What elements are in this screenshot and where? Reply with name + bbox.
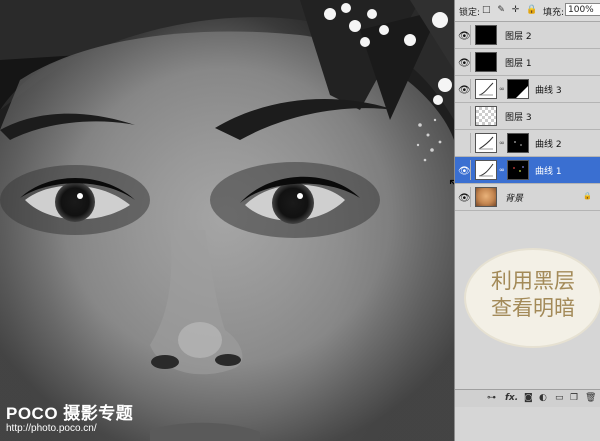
chain-link-icon[interactable]: ∞ [499,85,505,93]
watermark-brand: POCO 摄影专题 [6,404,134,423]
new-layer-icon[interactable]: ❐ [570,393,578,403]
callout-line-1: 利用黑层 [491,269,575,293]
layer-mask-thumbnail[interactable] [507,79,529,99]
layers-toolbar: 锁定: □ ✎ ✛ 🔒 填充: 100% [455,0,600,22]
lock-label: 锁定: [459,8,481,18]
layer-row[interactable]: ∞ 曲线 2 [455,130,600,157]
callout-text: 利用黑层 查看明暗 [466,268,600,322]
mask-icon[interactable]: ◙ [524,393,533,403]
eye-icon: 👁 [458,85,471,96]
callout-line-2: 查看明暗 [491,296,575,320]
layer-mask-thumbnail[interactable] [507,160,529,180]
layer-mask-thumbnail[interactable] [507,133,529,153]
layer-thumbnail [475,52,497,72]
visibility-toggle[interactable]: 👁 [456,160,471,180]
layers-panel: 锁定: □ ✎ ✛ 🔒 填充: 100% 👁 图层 2 👁 图层 1 👁 ∞ 曲… [454,0,600,441]
layer-name: 图层 2 [505,32,532,42]
layer-name: 背景 [505,194,524,204]
watermark: POCO 摄影专题 http://photo.poco.cn/ [6,405,133,435]
annotation-callout: 利用黑层 查看明暗 [466,250,600,346]
curves-adjustment-icon [475,79,497,99]
fill-label: 填充: [543,8,565,18]
visibility-toggle[interactable] [456,133,471,153]
layer-row[interactable]: 👁 ∞ 曲线 3 [455,76,600,103]
layer-name: 图层 3 [505,113,532,123]
eye-icon: 👁 [458,193,471,204]
layer-thumbnail [475,106,497,126]
visibility-toggle[interactable]: 👁 [456,52,471,72]
curves-adjustment-icon [475,160,497,180]
chain-link-icon[interactable]: ∞ [499,166,505,174]
layer-row[interactable]: 👁 图层 1 [455,49,600,76]
layer-name: 图层 1 [505,59,532,69]
visibility-toggle[interactable]: 👁 [456,187,471,207]
layer-name: 曲线 1 [535,167,562,177]
folder-icon[interactable]: ▭ [555,393,564,403]
chain-link-icon[interactable]: ∞ [499,139,505,147]
layer-row[interactable]: 👁 背景 🔒 [455,184,600,211]
layer-thumbnail [475,25,497,45]
eye-icon: 👁 [458,58,471,69]
trash-icon[interactable]: 🗑 [585,393,596,403]
layer-row[interactable]: 👁 图层 2 [455,22,600,49]
layer-name: 曲线 3 [535,86,562,96]
visibility-toggle[interactable] [456,106,471,126]
link-icon[interactable]: ⊶ [487,393,496,403]
canvas-photo[interactable]: POCO 摄影专题 http://photo.poco.cn/ [0,0,454,441]
watermark-url: http://photo.poco.cn/ [6,423,97,434]
eye-icon: 👁 [458,166,471,177]
lock-icon: 🔒 [583,192,592,200]
layer-row-selected[interactable]: 👁 ∞ 曲线 1 [455,157,600,184]
layer-row[interactable]: 图层 3 [455,103,600,130]
lock-options-icons[interactable]: □ ✎ ✛ 🔒 [482,5,539,15]
eye-icon: 👁 [458,31,471,42]
layer-name: 曲线 2 [535,140,562,150]
layers-panel-footer: ⊶ fx. ◙ ◐ ▭ ❐ 🗑 [455,389,600,407]
fx-icon[interactable]: fx. [505,393,518,403]
fill-input[interactable]: 100% [565,3,600,16]
adjustment-icon[interactable]: ◐ [539,393,547,403]
visibility-toggle[interactable]: 👁 [456,25,471,45]
layer-thumbnail [475,187,497,207]
portrait-illustration [0,0,454,441]
visibility-toggle[interactable]: 👁 [456,79,471,99]
curves-adjustment-icon [475,133,497,153]
